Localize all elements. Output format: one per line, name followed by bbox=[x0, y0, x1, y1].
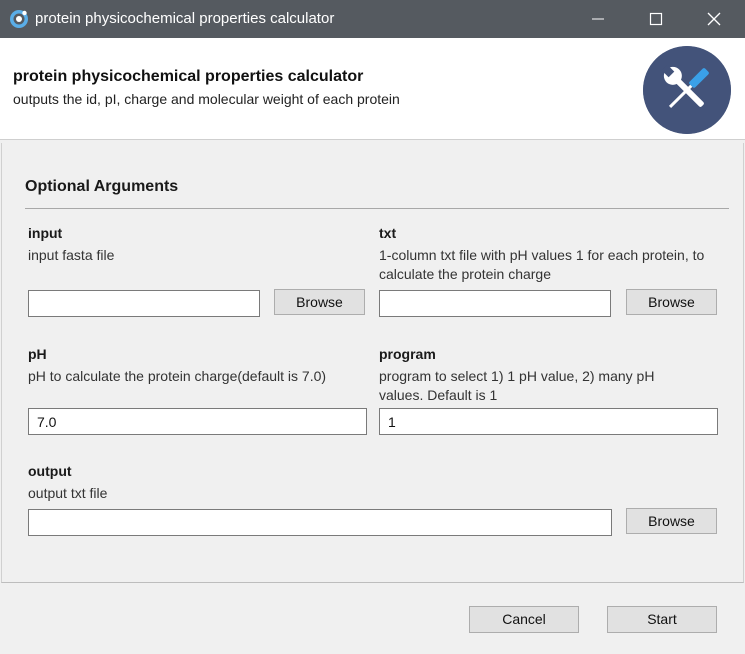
txt-label: txt bbox=[379, 225, 397, 241]
txt-help: 1-column txt file with pH values 1 for e… bbox=[379, 247, 705, 282]
header-title: protein physicochemical properties calcu… bbox=[13, 68, 364, 85]
title-bar: protein physicochemical properties calcu… bbox=[0, 0, 745, 38]
program-help: program to select 1) 1 pH value, 2) many… bbox=[379, 368, 655, 403]
ph-field[interactable] bbox=[28, 408, 367, 435]
window-title: protein physicochemical properties calcu… bbox=[35, 10, 335, 27]
tools-icon bbox=[643, 46, 731, 134]
close-button[interactable] bbox=[685, 0, 743, 38]
header: protein physicochemical properties calcu… bbox=[0, 38, 745, 140]
ph-help: pH to calculate the protein charge(defau… bbox=[28, 368, 327, 384]
output-help: output txt file bbox=[28, 485, 108, 501]
output-file-field[interactable] bbox=[28, 509, 612, 536]
cancel-button[interactable]: Cancel bbox=[469, 606, 579, 633]
ph-label: pH bbox=[28, 346, 47, 362]
section-divider bbox=[25, 208, 729, 209]
program-label: program bbox=[379, 346, 436, 362]
close-icon bbox=[707, 12, 721, 26]
header-subtitle: outputs the id, pI, charge and molecular… bbox=[13, 91, 400, 107]
txt-browse-button[interactable]: Browse bbox=[626, 289, 717, 315]
output-browse-button[interactable]: Browse bbox=[626, 508, 717, 534]
start-button[interactable]: Start bbox=[607, 606, 717, 633]
maximize-button[interactable] bbox=[627, 0, 685, 38]
input-label: input bbox=[28, 225, 63, 241]
minimize-icon bbox=[592, 18, 604, 20]
input-file-field[interactable] bbox=[28, 290, 260, 317]
maximize-icon bbox=[649, 12, 663, 26]
program-field[interactable] bbox=[379, 408, 718, 435]
minimize-button[interactable] bbox=[569, 0, 627, 38]
input-help: input fasta file bbox=[28, 247, 115, 263]
output-label: output bbox=[28, 463, 72, 479]
section-title: Optional Arguments bbox=[25, 178, 179, 195]
input-browse-button[interactable]: Browse bbox=[274, 289, 365, 315]
app-logo-icon bbox=[10, 10, 28, 28]
txt-file-field[interactable] bbox=[379, 290, 611, 317]
